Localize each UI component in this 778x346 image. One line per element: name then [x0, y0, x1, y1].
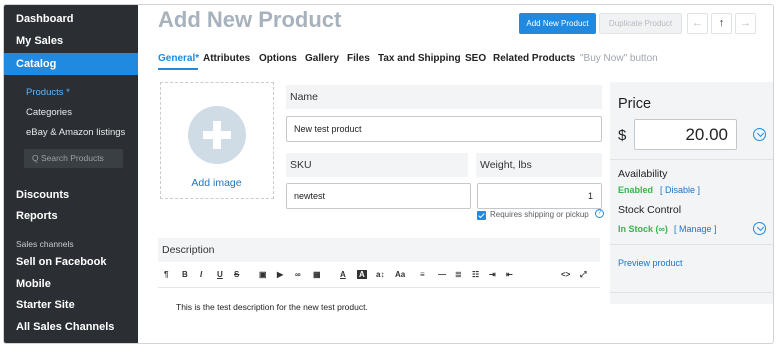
- price-panel: Price $ 20.00 Availability Enabled [ Dis…: [610, 82, 773, 304]
- divider: [610, 292, 773, 293]
- tab-files[interactable]: Files: [347, 53, 370, 64]
- sidebar-item-sell-on-facebook[interactable]: Sell on Facebook: [4, 256, 138, 268]
- name-input[interactable]: New test product: [286, 116, 602, 142]
- add-image-dropzone[interactable]: Add image: [160, 82, 274, 199]
- currency-symbol: $: [618, 127, 627, 144]
- bold-icon[interactable]: B: [182, 270, 188, 279]
- sidebar-section-label: Sales channels: [16, 239, 74, 249]
- numbered-list-icon[interactable]: ☷: [472, 270, 479, 279]
- duplicate-product-button[interactable]: Duplicate Product: [599, 13, 682, 34]
- text-color-icon[interactable]: A: [340, 270, 346, 279]
- availability-status: Enabled: [618, 185, 654, 195]
- sidebar-subitem-products[interactable]: Products *: [26, 87, 70, 98]
- strikethrough-icon[interactable]: S: [234, 270, 239, 279]
- paragraph-icon[interactable]: ¶: [164, 270, 168, 279]
- divider: [610, 244, 773, 245]
- indent-icon[interactable]: ⇥: [489, 270, 496, 279]
- stock-expand-chevron-icon[interactable]: [753, 222, 766, 235]
- sidebar-item-reports[interactable]: Reports: [4, 210, 138, 222]
- tab-buy-now-button[interactable]: "Buy Now" button: [580, 53, 658, 64]
- horizontal-rule-icon[interactable]: —: [438, 270, 446, 279]
- sidebar-subitem-categories[interactable]: Categories: [26, 107, 72, 118]
- divider: [610, 159, 773, 160]
- tab-related-products[interactable]: Related Products: [493, 53, 575, 64]
- italic-icon[interactable]: I: [200, 270, 202, 279]
- sidebar-item-my-sales[interactable]: My Sales: [4, 35, 138, 47]
- page-title: Add New Product: [158, 7, 342, 32]
- sidebar-search-input[interactable]: Q Search Products: [24, 149, 123, 168]
- add-new-product-button[interactable]: Add New Product: [519, 13, 596, 34]
- fullscreen-icon[interactable]: ⤢: [580, 270, 586, 280]
- next-arrow-icon[interactable]: →: [735, 13, 756, 34]
- preview-product-link[interactable]: Preview product: [618, 258, 683, 268]
- up-arrow-icon[interactable]: ↑: [711, 13, 732, 34]
- app-window: Dashboard My Sales Catalog Products * Ca…: [3, 4, 774, 344]
- manage-stock-link[interactable]: [ Manage ]: [674, 224, 717, 234]
- bullet-list-icon[interactable]: ≣: [455, 270, 462, 279]
- sidebar-item-mobile[interactable]: Mobile: [4, 278, 138, 290]
- sidebar-item-discounts[interactable]: Discounts: [4, 189, 138, 201]
- requires-shipping-label: Requires shipping or pickup: [490, 210, 589, 219]
- code-view-icon[interactable]: <>: [561, 270, 570, 279]
- sku-input[interactable]: newtest: [286, 183, 471, 209]
- description-editor[interactable]: This is the test description for the new…: [176, 302, 368, 312]
- add-image-link[interactable]: Add image: [161, 177, 272, 189]
- underline-icon[interactable]: U: [217, 270, 223, 279]
- tab-attributes[interactable]: Attributes: [203, 53, 250, 64]
- weight-label: Weight, lbs: [476, 153, 602, 177]
- price-expand-chevron-icon[interactable]: [753, 128, 766, 141]
- tab-gallery[interactable]: Gallery: [305, 53, 339, 64]
- video-icon[interactable]: ▶: [277, 270, 283, 279]
- link-icon[interactable]: ∞: [295, 270, 301, 279]
- price-input[interactable]: 20.00: [634, 119, 737, 150]
- availability-label: Availability: [618, 168, 668, 180]
- sidebar-item-catalog[interactable]: Catalog: [4, 53, 138, 75]
- font-size-icon[interactable]: a↕: [376, 270, 384, 279]
- requires-shipping-checkbox[interactable]: [477, 211, 486, 220]
- plus-icon: [188, 106, 246, 164]
- sidebar-item-starter-site[interactable]: Starter Site: [4, 299, 138, 311]
- table-icon[interactable]: ▦: [313, 270, 321, 279]
- previous-arrow-icon[interactable]: ←: [687, 13, 708, 34]
- image-icon[interactable]: ▣: [259, 270, 267, 279]
- align-icon[interactable]: ≡: [420, 270, 425, 279]
- stock-status: In Stock (∞): [618, 224, 668, 234]
- outdent-icon[interactable]: ⇤: [506, 270, 513, 279]
- sidebar-item-all-sales-channels[interactable]: All Sales Channels: [4, 321, 138, 333]
- main-content: Add New Product Add New Product Duplicat…: [138, 5, 773, 343]
- sidebar-subitem-ebay-amazon[interactable]: eBay & Amazon listings: [26, 127, 125, 138]
- description-label: Description: [158, 238, 600, 262]
- stock-control-label: Stock Control: [618, 204, 682, 216]
- sidebar: Dashboard My Sales Catalog Products * Ca…: [4, 5, 138, 343]
- font-family-icon[interactable]: Aa: [395, 270, 405, 279]
- price-label: Price: [618, 96, 652, 112]
- sku-label: SKU: [286, 153, 468, 177]
- sidebar-item-dashboard[interactable]: Dashboard: [4, 13, 138, 25]
- disable-link[interactable]: [ Disable ]: [660, 185, 700, 195]
- highlight-icon[interactable]: A: [357, 270, 367, 279]
- tab-general[interactable]: General*: [158, 53, 199, 64]
- weight-input[interactable]: 1: [477, 183, 602, 209]
- tab-tax-and-shipping[interactable]: Tax and Shipping: [378, 53, 461, 64]
- active-tab-indicator: [158, 68, 198, 70]
- tab-seo[interactable]: SEO: [465, 53, 486, 64]
- editor-toolbar: ¶ B I U S ▣ ▶ ∞ ▦ A A a↕ Aa ≡ — ≣ ☷ ⇥ ⇤ …: [158, 262, 600, 288]
- info-icon[interactable]: ?: [595, 209, 604, 218]
- tab-options[interactable]: Options: [259, 53, 297, 64]
- name-label: Name: [286, 85, 602, 109]
